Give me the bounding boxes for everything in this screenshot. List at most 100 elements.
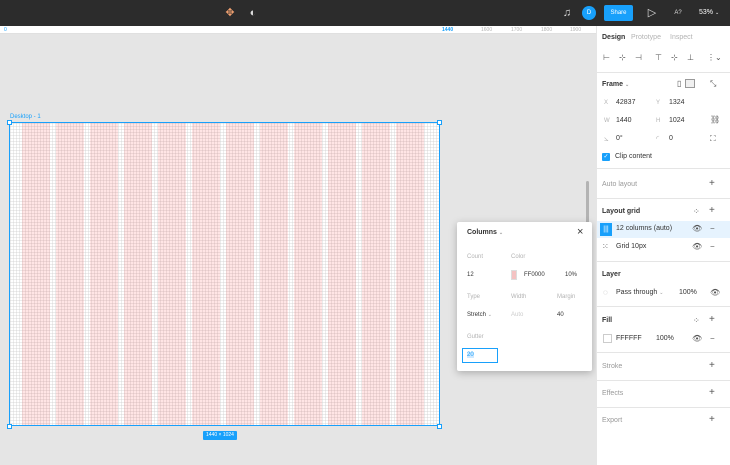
count-input[interactable]: 12 [467,272,474,278]
columns-grid-icon[interactable]: ||| [600,223,612,236]
layout-grid-item-columns[interactable]: ||| 12 columns (auto) 👁 − [597,221,730,238]
y-input[interactable]: 1324 [669,99,685,106]
align-center-h-icon[interactable]: ⊹ [619,54,626,62]
canvas-scrollbar[interactable] [586,181,589,223]
corner-radius-input[interactable]: 0 [669,135,673,142]
x-input[interactable]: 42837 [616,99,635,106]
avatar[interactable]: D [582,6,596,20]
effects-title: Effects [602,390,624,397]
columns-settings-popover: Columns ⌄ × Count Color 12 FF0000 10% Ty… [457,222,592,371]
fill-title: Fill [602,317,613,324]
close-icon[interactable]: × [577,226,583,238]
resize-handle-bottom-right[interactable] [437,424,442,429]
width-input[interactable]: Auto [511,312,523,318]
component-icon[interactable]: ✥ [222,0,238,26]
gutter-input[interactable]: 20 [462,348,498,363]
horizontal-ruler: 0 1440 1600 1700 1800 1900 [0,26,596,34]
corner-radius-icon: ◜ [656,134,660,143]
rotation-icon: ⦣ [604,134,609,143]
gutter-label: Gutter [467,334,484,340]
color-opacity-input[interactable]: 10% [565,272,577,278]
grid-styles-icon[interactable]: ⁘ [693,208,700,216]
divider [597,261,730,262]
align-right-icon[interactable]: ⊣ [635,54,642,62]
resize-to-fit-icon[interactable]: ⤡ [710,80,716,88]
layout-grid-item-grid[interactable]: ⁙ Grid 10px 👁 − [597,239,730,256]
add-effect-button[interactable]: + [709,388,715,398]
chevron-down-icon: ⌄ [624,82,630,88]
frame-section-title[interactable]: Frame ⌄ [602,81,629,88]
clip-content-checkbox[interactable]: ✓ [602,153,610,161]
popover-title[interactable]: Columns ⌄ [467,229,503,236]
frame-title-text: Frame [602,81,624,88]
landscape-icon[interactable] [685,79,695,88]
color-swatch[interactable] [511,270,517,280]
clip-content-label: Clip content [615,153,652,160]
tab-prototype[interactable]: Prototype [631,34,661,41]
align-top-icon[interactable]: ⊤ [655,54,662,62]
chevron-down-icon: ⌄ [714,10,720,16]
headphones-icon[interactable]: ♫ [560,0,574,26]
eye-icon[interactable]: 👁 [692,335,702,343]
grid-column [22,123,50,425]
fill-swatch[interactable] [603,334,612,343]
layer-title: Layer [602,271,621,278]
eye-icon[interactable]: 👁 [692,225,702,233]
grid-column [56,123,84,425]
ruler-tick: 1900 [570,27,582,33]
rotation-input[interactable]: 0° [616,135,623,142]
portrait-icon[interactable]: ▯ [677,80,681,88]
independent-corners-icon[interactable]: ⛶ [710,135,716,143]
ruler-tick: 1700 [511,27,523,33]
remove-icon[interactable]: − [710,243,715,251]
toolbar: ✥ ◐ ♫ D Share ▷ A? 53% ⌄ [0,0,730,26]
frame-size-badge: 1440 × 1024 [203,431,237,440]
share-button[interactable]: Share [604,5,633,21]
fill-hex-input[interactable]: FFFFFF [616,335,642,342]
eye-icon[interactable]: 👁 [710,289,720,297]
eye-icon[interactable]: 👁 [692,243,702,251]
add-stroke-button[interactable]: + [709,361,715,371]
theme-toggle-icon[interactable]: ◐ [245,0,261,26]
desktop-frame[interactable] [9,122,440,426]
distribute-icon[interactable]: ⋮⌄ [707,54,722,62]
present-play-icon[interactable]: ▷ [646,0,658,26]
layout-grid-title: Layout grid [602,208,641,215]
x-label: X [604,100,609,106]
tab-inspect[interactable]: Inspect [670,34,693,41]
resize-handle-top-left[interactable] [7,120,12,125]
blend-mode-dropdown[interactable]: Pass through ⌄ [616,289,663,296]
fill-opacity-input[interactable]: 100% [656,335,674,342]
color-hex-input[interactable]: FF0000 [524,272,545,278]
resize-handle-bottom-left[interactable] [7,424,12,429]
align-left-icon[interactable]: ⊢ [603,54,610,62]
width-input[interactable]: 1440 [616,117,632,124]
ruler-zero: 0 [4,27,7,33]
add-auto-layout-button[interactable]: + [709,179,715,189]
add-export-button[interactable]: + [709,415,715,425]
blend-mode-value: Pass through [616,289,658,296]
height-input[interactable]: 1024 [669,117,685,124]
zoom-dropdown[interactable]: 53% ⌄ [699,0,719,26]
tab-design[interactable]: Design [602,34,625,41]
grid-column [294,123,322,425]
constrain-proportions-icon[interactable]: ⛓ [710,116,720,124]
add-fill-button[interactable]: + [709,315,715,325]
divider [597,306,730,307]
fill-styles-icon[interactable]: ⁘ [693,317,700,325]
resize-handle-top-right[interactable] [437,120,442,125]
square-grid-icon[interactable]: ⁙ [602,243,609,251]
type-dropdown[interactable]: Stretch ⌄ [467,312,492,318]
color-label: Color [511,254,526,260]
frame-name-label[interactable]: Desktop - 1 [10,114,41,120]
align-middle-icon[interactable]: ⊹ [671,54,678,62]
add-layout-grid-button[interactable]: + [709,206,715,216]
layer-opacity-input[interactable]: 100% [679,289,697,296]
divider [597,380,730,381]
margin-input[interactable]: 40 [557,312,564,318]
count-label: Count [467,254,484,260]
font-check-label[interactable]: A? [670,0,686,26]
remove-icon[interactable]: − [710,225,715,233]
remove-icon[interactable]: − [710,335,715,343]
align-bottom-icon[interactable]: ⊥ [687,54,694,62]
